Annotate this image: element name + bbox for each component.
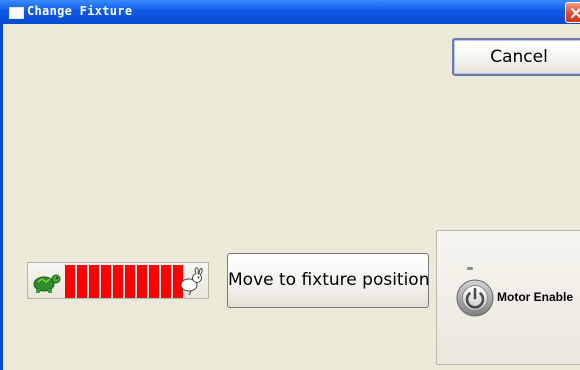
speed-segment	[161, 265, 171, 298]
speed-segment	[125, 265, 135, 298]
window-icon	[9, 7, 24, 19]
speed-segment	[101, 265, 111, 298]
close-button[interactable]	[565, 2, 580, 23]
rabbit-icon	[178, 267, 203, 296]
power-icon[interactable]	[455, 278, 495, 318]
speed-segment	[149, 265, 159, 298]
speed-segment	[77, 265, 87, 298]
speed-level-bar	[64, 265, 183, 298]
window-title: Change Fixture	[27, 4, 133, 18]
speed-segment	[89, 265, 99, 298]
move-to-fixture-button[interactable]: Move to fixture position	[227, 253, 430, 308]
turtle-icon	[33, 274, 61, 293]
close-icon	[570, 7, 580, 19]
cancel-button[interactable]: Cancel	[452, 38, 580, 76]
title-bar[interactable]: Change Fixture	[0, 0, 580, 24]
status-led	[467, 267, 473, 270]
motor-enable-label: Motor Enable	[497, 290, 574, 304]
speed-slider[interactable]	[27, 262, 209, 299]
speed-segment	[65, 265, 75, 298]
speed-segment	[113, 265, 123, 298]
speed-segment	[137, 265, 147, 298]
